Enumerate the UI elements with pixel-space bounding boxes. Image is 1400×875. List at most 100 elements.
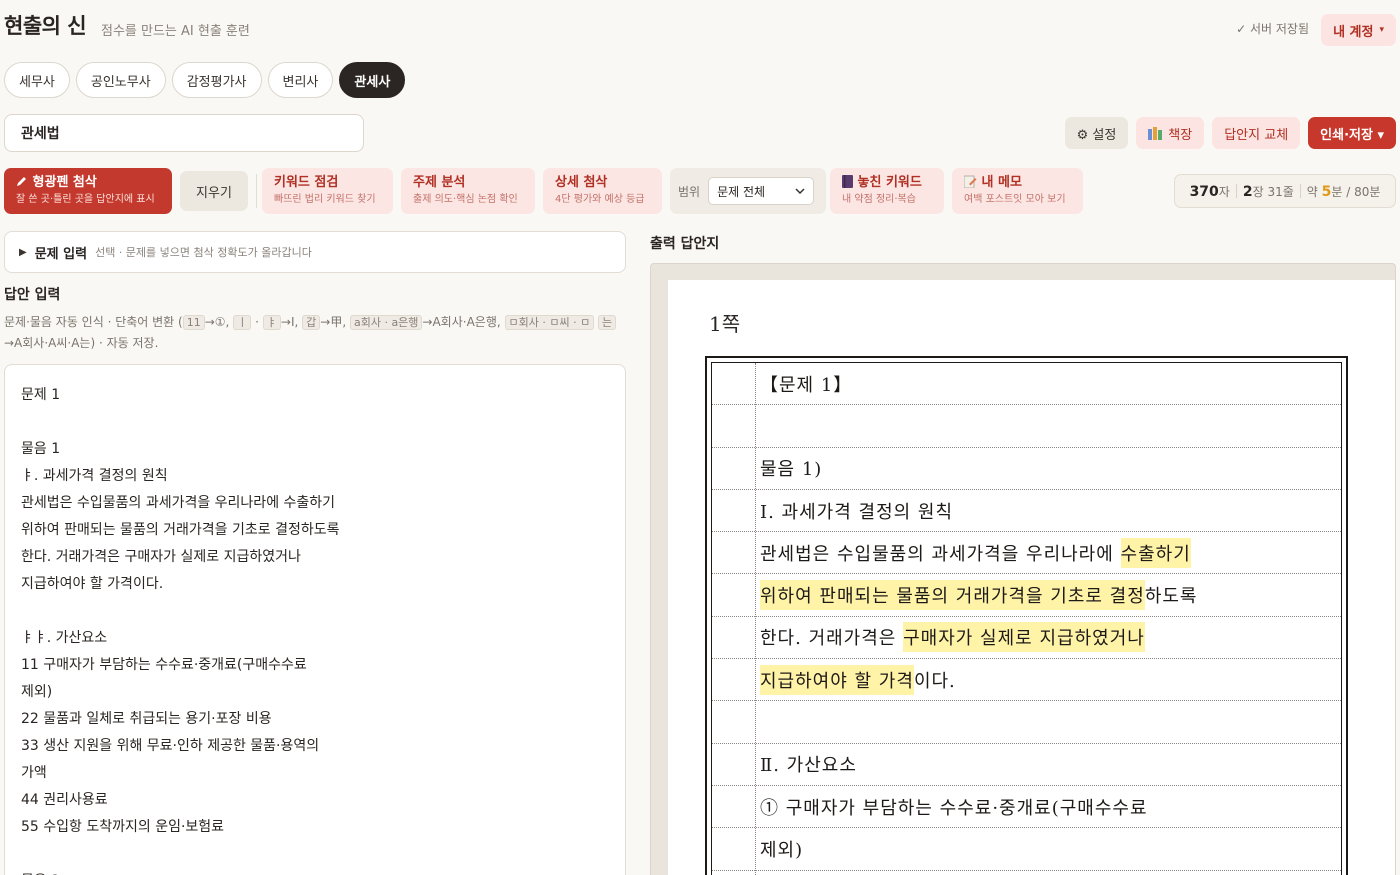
answer-textarea[interactable]: 문제 1 물음 1 ㅑ. 과세가격 결정의 원칙 관세법은 수입물품의 과세가격을 우… [4, 364, 626, 875]
help-text: →Ⅰ, [280, 315, 299, 329]
pencil-icon [17, 177, 26, 186]
sheet-row-text: 한다. 거래가격은 [760, 628, 904, 650]
save-status: ✓ 서버 저장됨 [1236, 22, 1309, 36]
answer-line: 55 수입항 도착까지의 운임·보험료 [21, 819, 225, 835]
sheet-row: ① 구매자가 부담하는 수수료·중개료(구매수수료 [712, 786, 1341, 829]
detailed-review-title: 상세 첨삭 [555, 175, 608, 190]
expand-arrow-icon: ▶ [19, 246, 27, 258]
app-subtitle: 점수를 만드는 AI 현출 훈련 [101, 24, 250, 39]
tab-customs-broker[interactable]: 관세사 [339, 62, 406, 98]
answer-stats: 370자 2장 31줄 약 5분 / 80분 [1174, 174, 1396, 208]
answer-line [21, 841, 609, 868]
char-unit: 자 [1218, 184, 1230, 199]
bookshelf-label: 책장 [1168, 127, 1193, 143]
memo-icon [963, 175, 977, 189]
highlight-mark: 지급하여야 할 가격 [760, 664, 914, 695]
swap-sheet-button[interactable]: 답안지 교체 [1212, 117, 1301, 149]
missed-keywords-title: 놓친 키워드 [857, 175, 922, 190]
answer-line [21, 409, 609, 436]
keyword-check-button[interactable]: 키워드 점검 빠뜨린 법리 키워드 찾기 [262, 168, 393, 214]
answer-line [21, 598, 609, 625]
shortcut-chip: ㅁ회사 · ㅁ씨 · ㅁ [504, 315, 595, 330]
my-memo-button[interactable]: 내 메모 여백 포스트잇 모아 보기 [952, 168, 1083, 214]
sheet-row: 【문제 1】 [712, 363, 1341, 406]
notebook-icon [842, 175, 853, 188]
line-count: 31줄 [1267, 184, 1294, 199]
answer-line: 가액 [21, 765, 47, 781]
shortcut-chip: ㅑ [262, 315, 281, 330]
page-number: 1쪽 [709, 312, 741, 336]
range-selector: 범위 문제 전체 [670, 168, 826, 214]
stats-divider [1235, 184, 1237, 198]
shortcut-chip: ㅣ [233, 315, 252, 330]
detailed-review-button[interactable]: 상세 첨삭 4단 평가와 예상 등급 [543, 168, 662, 214]
print-save-label: 인쇄·저장 ▾ [1320, 127, 1384, 143]
output-sheet-viewer[interactable]: 1쪽 【문제 1】 물음 1) Ⅰ. 과세가격 결정의 원칙관세법은 수입물품의 과… [650, 263, 1396, 875]
toolbar-divider [256, 174, 257, 208]
exam-tabs: 세무사 공인노무사 감정평가사 변리사 관세사 [4, 62, 406, 98]
range-select[interactable]: 문제 전체 [708, 177, 815, 205]
detailed-review-desc: 4단 평가와 예상 등급 [555, 194, 645, 205]
bookshelf-button[interactable]: 책장 [1136, 117, 1205, 149]
time-minutes: 5 [1321, 183, 1332, 200]
answer-line: 11 구매자가 부담하는 수수료·중개료(구매수수료 [21, 657, 307, 673]
sheet-row-text: 【문제 1】 [760, 374, 853, 396]
swap-sheet-label: 답안지 교체 [1224, 127, 1289, 143]
answer-line: 22 물품과 일체로 취급되는 용기·포장 비용 [21, 711, 272, 727]
shortcut-chip: 갑 [302, 315, 321, 330]
missed-keywords-desc: 내 약점 정리·복습 [842, 194, 916, 205]
tab-appraiser[interactable]: 감정평가사 [171, 62, 262, 98]
time-suffix: 분 / 80분 [1331, 184, 1381, 199]
app-title: 현출의 신 [4, 14, 87, 38]
settings-label: ⚙ 설정 [1076, 127, 1117, 143]
problem-input-toggle[interactable]: ▶ 문제 입력 선택 · 문제를 넣으면 첨삭 정확도가 올라갑니다 [4, 231, 626, 273]
time-prefix: 약 [1306, 184, 1318, 199]
highlighter-review-button[interactable]: 형광펜 첨삭 잘 쓴 곳·틀린 곳을 답안지에 표시 [4, 168, 172, 214]
sheet-row-text: 이다. [913, 670, 956, 692]
help-text: →甲, [320, 315, 347, 329]
sheet-row: 물음 1) [712, 448, 1341, 490]
help-text: 문제·물음 자동 인식 · 단축어 변환 ( [4, 315, 183, 329]
char-count: 370 [1189, 183, 1219, 200]
subject-input[interactable] [4, 114, 364, 152]
tab-tax-accountant[interactable]: 세무사 [4, 62, 70, 98]
help-text: →A회사·A은행, [422, 315, 501, 329]
sheet-row-text: Ⅰ. 과세가격 결정의 원칙 [760, 501, 954, 523]
sheet-row-text: Ⅱ. 가산요소 [760, 755, 857, 777]
sheet-row-text: ① 구매자가 부담하는 수수료·중개료(구매수수료 [760, 797, 1148, 819]
answer-line: 물음 1 [21, 441, 61, 457]
tab-labor-attorney[interactable]: 공인노무사 [75, 62, 166, 98]
answer-sheet-page: 1쪽 【문제 1】 물음 1) Ⅰ. 과세가격 결정의 원칙관세법은 수입물품의 과… [668, 280, 1395, 875]
my-memo-desc: 여백 포스트잇 모아 보기 [964, 194, 1066, 205]
range-value: 문제 전체 [717, 184, 766, 199]
sheet-row-text: 제외) [760, 839, 804, 861]
sheet-row: 관세법은 수입물품의 과세가격을 우리나라에 수출하기 [712, 532, 1341, 575]
sheet-row-text: 관세법은 수입물품의 과세가격을 우리나라에 [760, 543, 1121, 565]
missed-keywords-button[interactable]: 놓친 키워드 내 약점 정리·복습 [830, 168, 944, 214]
clear-button[interactable]: 지우기 [180, 171, 248, 211]
answer-line: 제외) [21, 684, 53, 700]
answer-line: 물음 2 [21, 868, 609, 875]
chevron-down-icon [795, 188, 805, 194]
chevron-down-icon: ▾ [1379, 25, 1384, 35]
tab-patent-attorney[interactable]: 변리사 [267, 62, 334, 98]
shortcut-chip: 11 [182, 315, 205, 330]
account-button[interactable]: 내 계정 ▾ [1321, 14, 1396, 46]
sheet-row: 지급하여야 할 가격 이다. [712, 659, 1341, 702]
top-actions: ⚙ 설정 책장 답안지 교체 인쇄·저장 ▾ [1064, 117, 1396, 149]
highlighter-title: 형광펜 첨삭 [32, 175, 97, 190]
sheet-row: 한다. 거래가격은 구매자가 실제로 지급하였거나 [712, 617, 1341, 660]
answer-line: 44 권리사용료 [21, 792, 108, 808]
answer-line: ㅑㅑ. 가산요소 [21, 630, 108, 646]
print-save-button[interactable]: 인쇄·저장 ▾ [1308, 117, 1396, 149]
help-text: →A회사·A씨·A는) · 자동 저장. [4, 336, 159, 350]
account-label: 내 계정 [1333, 24, 1374, 40]
topic-analysis-title: 주제 분석 [413, 175, 466, 190]
answer-line: 문제 1 [21, 387, 61, 403]
shortcut-chip: 는 [598, 315, 617, 330]
output-sheet-heading: 출력 답안지 [650, 236, 720, 252]
sheet-row-text: 물음 1) [760, 459, 823, 481]
topic-analysis-button[interactable]: 주제 분석 출제 의도·핵심 논점 확인 [401, 168, 535, 214]
settings-button[interactable]: ⚙ 설정 [1064, 117, 1129, 149]
highlighter-desc: 잘 쓴 곳·틀린 곳을 답안지에 표시 [16, 194, 155, 205]
